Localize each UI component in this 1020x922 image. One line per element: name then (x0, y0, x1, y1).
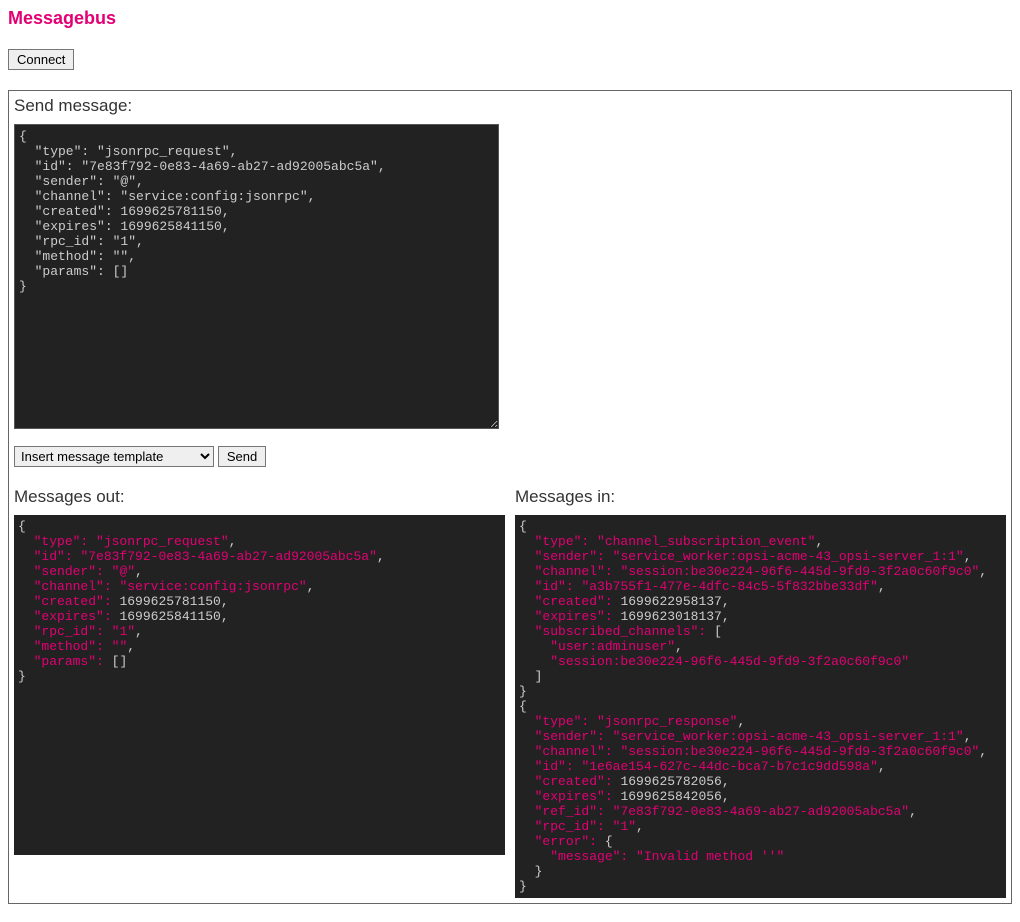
out-heading: Messages out: (14, 487, 505, 507)
send-heading: Send message: (14, 96, 1006, 116)
messages-in-box: { "type": "channel_subscription_event", … (515, 515, 1006, 898)
messages-out-box: { "type": "jsonrpc_request", "id": "7e83… (14, 515, 505, 855)
message-textarea[interactable] (14, 124, 499, 429)
send-button[interactable]: Send (218, 446, 266, 467)
connect-button[interactable]: Connect (8, 49, 74, 70)
in-heading: Messages in: (515, 487, 1006, 507)
page-title: Messagebus (8, 8, 1012, 29)
send-panel: Send message: Insert message template Se… (8, 90, 1012, 904)
template-select[interactable]: Insert message template (14, 446, 214, 467)
